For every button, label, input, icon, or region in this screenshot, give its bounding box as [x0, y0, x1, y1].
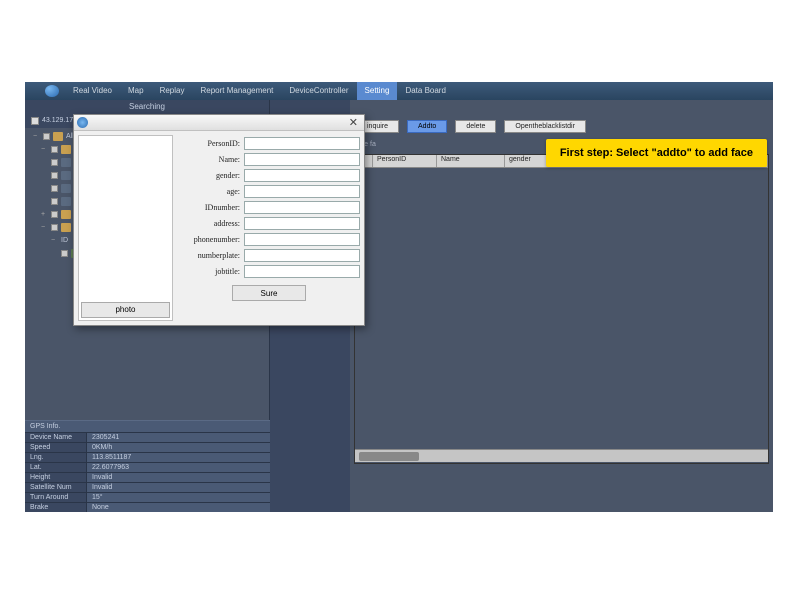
- app-window: Real Video Map Replay Report Management …: [25, 82, 773, 512]
- add-person-dialog: ✕ photo PersonID: Name: gender: age: IDn…: [73, 114, 365, 326]
- expand-icon[interactable]: −: [33, 133, 41, 140]
- input-address[interactable]: [244, 217, 360, 230]
- camera-icon: [61, 184, 71, 193]
- menu-map[interactable]: Map: [120, 82, 152, 100]
- label-gender: gender:: [178, 171, 244, 180]
- app-logo-icon: [45, 85, 59, 97]
- label-name: Name:: [178, 155, 244, 164]
- scroll-thumb[interactable]: [359, 452, 419, 461]
- folder-icon: [53, 132, 63, 141]
- label-address: address:: [178, 219, 244, 228]
- sub-bar: Searching: [25, 100, 773, 114]
- input-phonenumber[interactable]: [244, 233, 360, 246]
- grid-body[interactable]: [355, 168, 768, 449]
- sure-button[interactable]: Sure: [232, 285, 306, 301]
- input-name[interactable]: [244, 153, 360, 166]
- input-age[interactable]: [244, 185, 360, 198]
- input-gender[interactable]: [244, 169, 360, 182]
- open-blacklist-button[interactable]: Opentheblacklistdir: [504, 120, 586, 133]
- tree-checkbox[interactable]: [43, 133, 50, 140]
- camera-icon: [61, 197, 71, 206]
- menu-setting[interactable]: Setting: [357, 82, 398, 100]
- photo-area: photo: [78, 135, 173, 321]
- menu-replay[interactable]: Replay: [152, 82, 193, 100]
- menu-device-controller[interactable]: DeviceController: [281, 82, 356, 100]
- instruction-callout: First step: Select "addto" to add face: [546, 139, 767, 167]
- ip-checkbox[interactable]: [31, 117, 39, 125]
- camera-icon: [61, 171, 71, 180]
- photo-button[interactable]: photo: [81, 302, 170, 318]
- dialog-icon: [77, 117, 88, 128]
- input-jobtitle[interactable]: [244, 265, 360, 278]
- close-icon[interactable]: ✕: [346, 116, 361, 129]
- col-personid[interactable]: PersonID: [373, 155, 437, 167]
- col-name[interactable]: Name: [437, 155, 505, 167]
- menubar: Real Video Map Replay Report Management …: [25, 82, 773, 100]
- label-personid: PersonID:: [178, 139, 244, 148]
- sub-menu-slot: [270, 100, 350, 114]
- input-numberplate[interactable]: [244, 249, 360, 262]
- label-numberplate: numberplate:: [178, 251, 244, 260]
- label-jobtitle: jobtitle:: [178, 267, 244, 276]
- addto-button[interactable]: Addto: [407, 120, 447, 133]
- label-age: age:: [178, 187, 244, 196]
- menu-report[interactable]: Report Management: [192, 82, 281, 100]
- form-area: PersonID: Name: gender: age: IDnumber: a…: [178, 135, 360, 321]
- delete-button[interactable]: delete: [455, 120, 496, 133]
- grid-hscrollbar[interactable]: [355, 449, 768, 462]
- searching-bar: Searching: [25, 100, 270, 114]
- label-phonenumber: phonenumber:: [178, 235, 244, 244]
- data-grid: PersonID Name gender age IDnumber addres…: [354, 154, 769, 464]
- input-personid[interactable]: [244, 137, 360, 150]
- action-buttons: inquire Addto delete Opentheblacklistdir: [354, 118, 769, 139]
- menu-real-video[interactable]: Real Video: [65, 82, 120, 100]
- photo-preview: [79, 136, 172, 300]
- dialog-titlebar[interactable]: ✕: [74, 115, 364, 131]
- menu-data-board[interactable]: Data Board: [397, 82, 453, 100]
- content-pane: inquire Addto delete Opentheblacklistdir…: [350, 114, 773, 512]
- label-idnumber: IDnumber:: [178, 203, 244, 212]
- camera-icon: [61, 158, 71, 167]
- input-idnumber[interactable]: [244, 201, 360, 214]
